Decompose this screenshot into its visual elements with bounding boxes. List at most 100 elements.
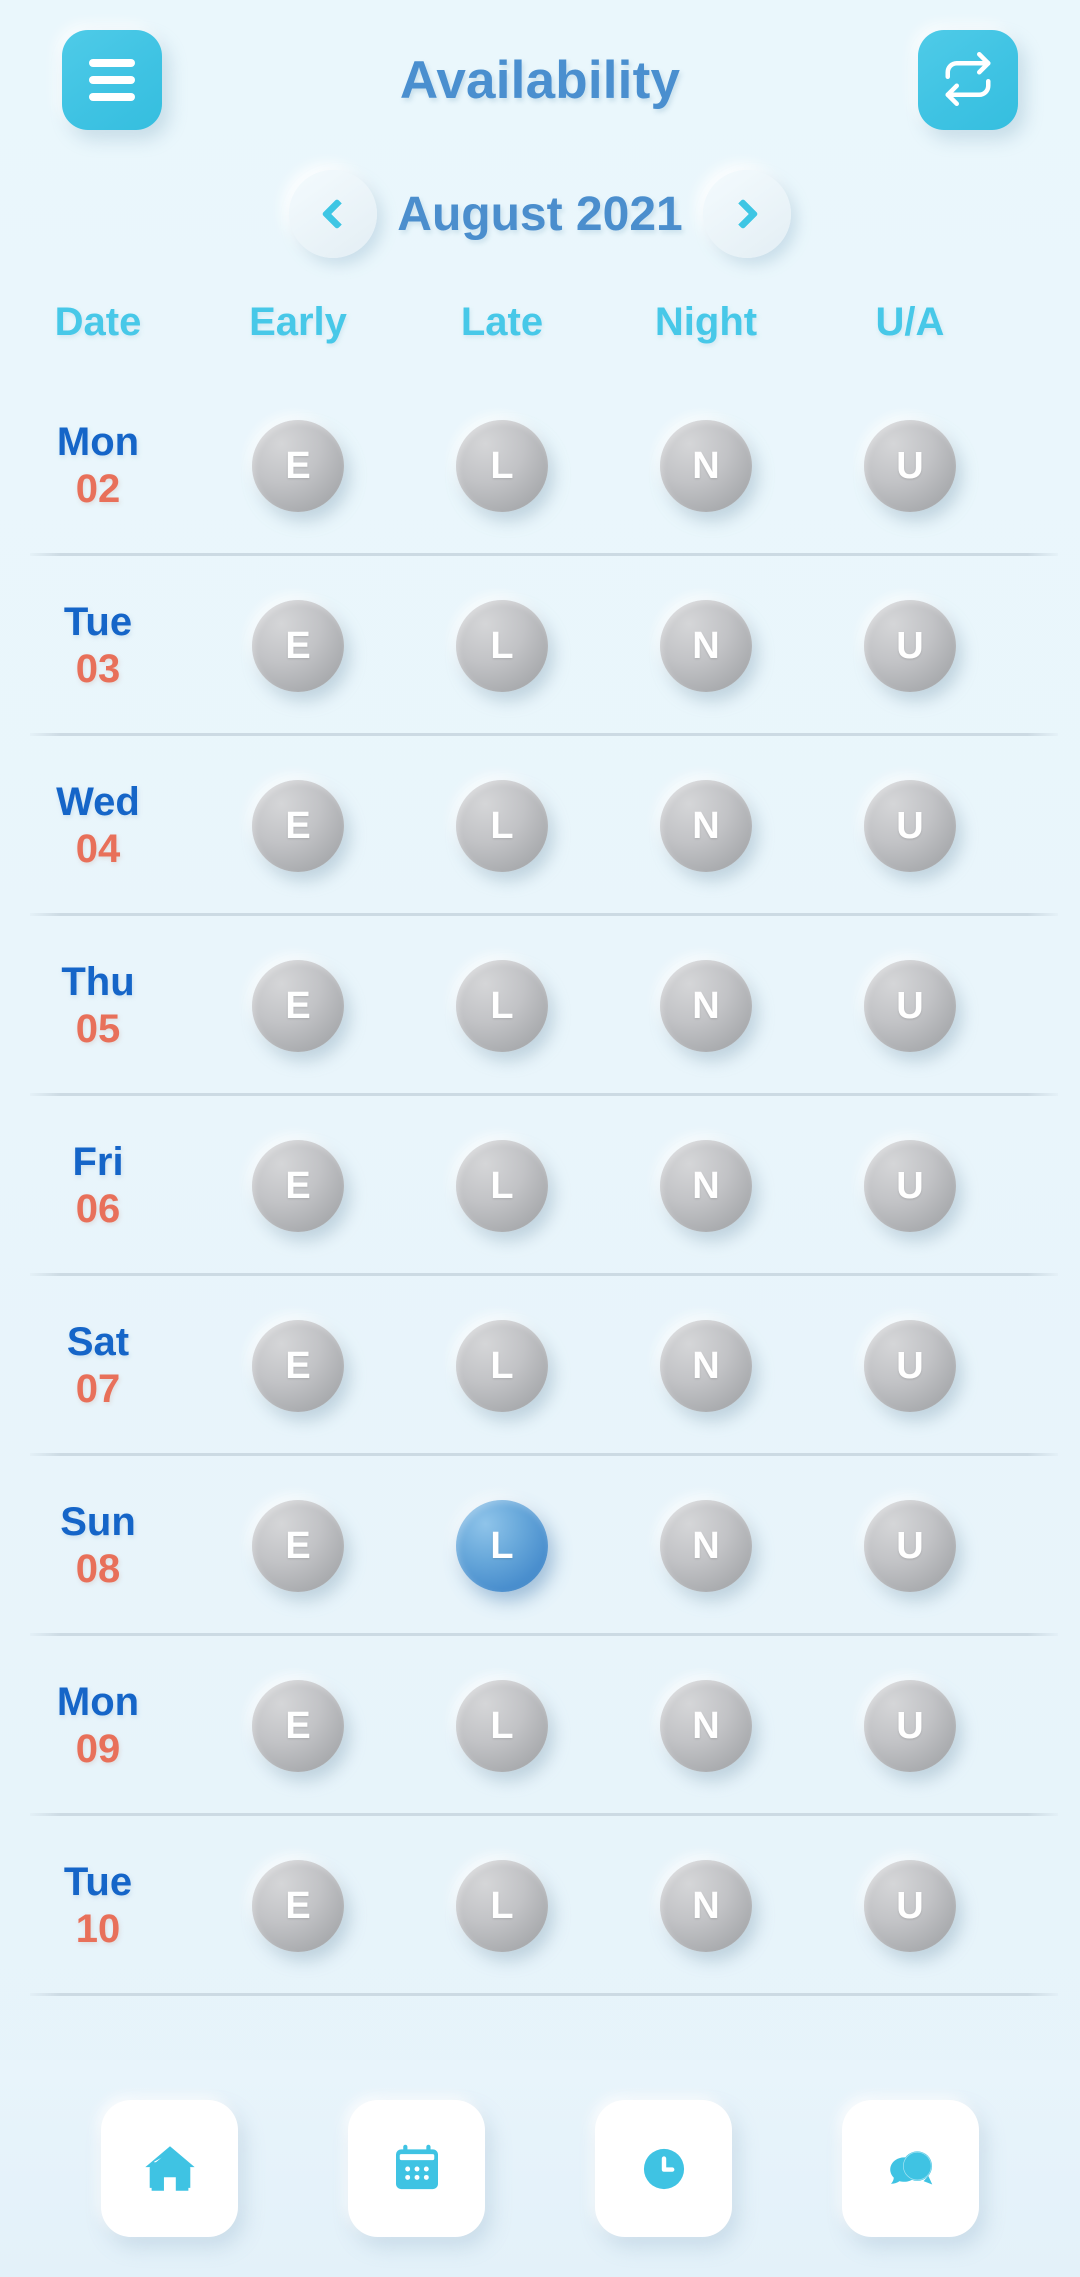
column-header-late: Late <box>460 299 544 344</box>
shift-toggle-n[interactable]: N <box>660 1320 752 1412</box>
shift-toggle-e[interactable]: E <box>252 420 344 512</box>
slot-cell: U <box>808 1320 1012 1412</box>
slot-cell: N <box>604 600 808 692</box>
shift-toggle-e[interactable]: E <box>252 1860 344 1952</box>
shift-toggle-l[interactable]: L <box>456 1860 548 1952</box>
date-cell: Thu 05 <box>0 960 196 1051</box>
nav-chat-button[interactable] <box>842 2100 979 2237</box>
sync-button[interactable] <box>917 30 1018 130</box>
date-cell: Sun 08 <box>0 1501 196 1591</box>
shift-toggle-l[interactable]: L <box>456 420 548 512</box>
shift-toggle-u[interactable]: U <box>864 600 956 692</box>
slot-cell: E <box>196 780 400 872</box>
shift-toggle-u[interactable]: U <box>864 1860 956 1952</box>
date-cell: Tue 10 <box>0 1861 196 1951</box>
slot-cell: N <box>604 1680 808 1772</box>
slot-cell: N <box>604 1860 808 1952</box>
shift-toggle-l[interactable]: L <box>456 1140 548 1232</box>
day-of-week-label: Tue <box>63 600 133 645</box>
slot-cell: L <box>400 1140 604 1232</box>
slot-cell: L <box>400 780 604 872</box>
slot-cell: L <box>400 1680 604 1772</box>
column-header-date: Date <box>54 299 142 344</box>
shift-toggle-n[interactable]: N <box>660 420 752 512</box>
clock-icon <box>636 2141 692 2197</box>
chevron-right-icon <box>727 198 759 230</box>
slot-cell: L <box>400 600 604 692</box>
shift-toggle-u[interactable]: U <box>864 1320 956 1412</box>
shift-toggle-e[interactable]: E <box>252 1320 344 1412</box>
table-row: Mon 02 E L N U <box>0 376 1080 556</box>
chevron-left-icon <box>321 198 353 230</box>
shift-toggle-n[interactable]: N <box>660 600 752 692</box>
column-header-ua: U/A <box>875 299 945 344</box>
shift-toggle-e[interactable]: E <box>252 1140 344 1232</box>
day-number-label: 10 <box>75 1906 121 1951</box>
day-of-week-label: Thu <box>61 960 135 1005</box>
slot-cell: U <box>808 1140 1012 1232</box>
table-row: Thu 05 E L N U <box>0 916 1080 1096</box>
table-rows: Mon 02 E L N U Tue 03 E L N U Wed 04 E L N U Thu 05 E L N U Fri 0… <box>0 376 1080 1996</box>
shift-toggle-u[interactable]: U <box>864 1680 956 1772</box>
nav-home-button[interactable] <box>101 2100 238 2237</box>
shift-toggle-l[interactable]: L <box>456 1500 548 1592</box>
next-month-button[interactable] <box>702 170 791 258</box>
column-header-night: Night <box>654 299 758 344</box>
slot-cell: L <box>400 1320 604 1412</box>
slot-cell: E <box>196 1140 400 1232</box>
home-icon <box>141 2140 199 2198</box>
day-number-label: 03 <box>75 646 121 691</box>
table-row: Fri 06 E L N U <box>0 1096 1080 1276</box>
table-row: Tue 10 E L N U <box>0 1816 1080 1996</box>
shift-toggle-n[interactable]: N <box>660 960 752 1052</box>
shift-toggle-u[interactable]: U <box>864 420 956 512</box>
slot-cell: L <box>400 960 604 1052</box>
shift-toggle-e[interactable]: E <box>252 1500 344 1592</box>
nav-calendar-button[interactable] <box>348 2100 485 2237</box>
slot-cell: L <box>400 420 604 512</box>
slot-cell: N <box>604 420 808 512</box>
shift-toggle-l[interactable]: L <box>456 1680 548 1772</box>
slot-cell: E <box>196 420 400 512</box>
shift-toggle-n[interactable]: N <box>660 1860 752 1952</box>
day-number-label: 07 <box>75 1366 121 1411</box>
month-navigator: August 2021 <box>0 160 1080 268</box>
availability-screen: Availability August 2021 Date Early Late… <box>0 0 1080 2277</box>
shift-toggle-u[interactable]: U <box>864 960 956 1052</box>
shift-toggle-e[interactable]: E <box>252 960 344 1052</box>
shift-toggle-n[interactable]: N <box>660 780 752 872</box>
shift-toggle-e[interactable]: E <box>252 600 344 692</box>
shift-toggle-u[interactable]: U <box>864 1500 956 1592</box>
availability-table: Date Early Late Night U/A Mon 02 E L N U Tue 03… <box>0 268 1080 2060</box>
slot-cell: U <box>808 1500 1012 1592</box>
slot-cell: U <box>808 1860 1012 1952</box>
shift-toggle-n[interactable]: N <box>660 1140 752 1232</box>
table-row: Sat 07 E L N U <box>0 1276 1080 1456</box>
nav-clock-button[interactable] <box>595 2100 732 2237</box>
slot-cell: E <box>196 960 400 1052</box>
day-number-label: 05 <box>75 1006 121 1051</box>
shift-toggle-e[interactable]: E <box>252 1680 344 1772</box>
slot-cell: E <box>196 600 400 692</box>
shift-toggle-l[interactable]: L <box>456 600 548 692</box>
shift-toggle-n[interactable]: N <box>660 1500 752 1592</box>
shift-toggle-l[interactable]: L <box>456 780 548 872</box>
day-of-week-label: Fri <box>72 1140 124 1185</box>
app-header: Availability <box>0 0 1080 160</box>
date-cell: Sat 07 <box>0 1321 196 1411</box>
date-cell: Fri 06 <box>0 1140 196 1231</box>
date-cell: Tue 03 <box>0 600 196 691</box>
shift-toggle-n[interactable]: N <box>660 1680 752 1772</box>
date-cell: Wed 04 <box>0 781 196 871</box>
menu-button[interactable] <box>62 30 162 130</box>
table-column-headers: Date Early Late Night U/A <box>0 268 1080 376</box>
table-row: Sun 08 E L N U <box>0 1456 1080 1636</box>
slot-cell: L <box>400 1860 604 1952</box>
shift-toggle-u[interactable]: U <box>864 780 956 872</box>
shift-toggle-u[interactable]: U <box>864 1140 956 1232</box>
prev-month-button[interactable] <box>289 170 378 258</box>
shift-toggle-l[interactable]: L <box>456 1320 548 1412</box>
chat-icon <box>882 2140 940 2198</box>
shift-toggle-l[interactable]: L <box>456 960 548 1052</box>
shift-toggle-e[interactable]: E <box>252 780 344 872</box>
